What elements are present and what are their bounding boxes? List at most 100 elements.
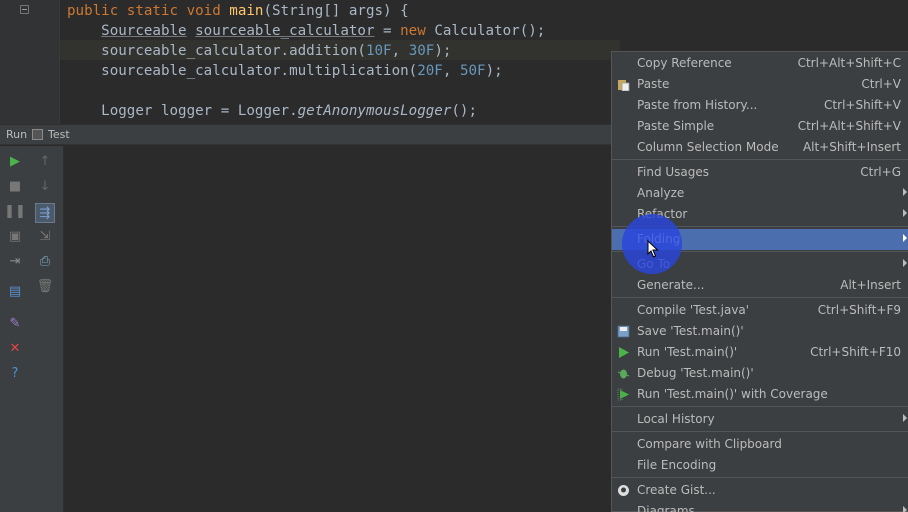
- menu-item-file-encoding[interactable]: File Encoding: [612, 455, 908, 476]
- code-token: sourceable_calculator.multiplication(: [67, 63, 418, 79]
- menu-item-shortcut: Alt+Insert: [840, 278, 901, 292]
- fold-toggle-icon[interactable]: [20, 5, 29, 14]
- menu-item-column-selection-mode[interactable]: Column Selection Mode Alt+Shift+Insert: [612, 137, 908, 158]
- code-token: 10F: [365, 43, 392, 59]
- github-icon: [617, 484, 630, 497]
- menu-separator: [612, 477, 908, 478]
- menu-item-diagrams[interactable]: Diagrams: [612, 501, 908, 512]
- code-token: getAnonymousLogger: [297, 103, 452, 119]
- menu-item-paste-simple[interactable]: Paste Simple Ctrl+Alt+Shift+V: [612, 116, 908, 137]
- menu-item-generate[interactable]: Generate... Alt+Insert: [612, 275, 908, 296]
- pause-icon[interactable]: ❚❚: [4, 203, 26, 219]
- code-line[interactable]: public static void main(String[] args) {: [67, 1, 545, 21]
- up-arrow-icon[interactable]: ↑: [37, 153, 53, 169]
- code-text[interactable]: public static void main(String[] args) {…: [67, 1, 545, 121]
- stop-icon[interactable]: ■: [7, 178, 23, 194]
- code-token: Sourceable: [101, 23, 187, 39]
- menu-item-label: Find Usages: [637, 165, 710, 179]
- menu-item-shortcut: Alt+Shift+Insert: [802, 140, 901, 154]
- menu-item-analyze[interactable]: Analyze: [612, 183, 908, 204]
- code-token: new: [400, 23, 435, 39]
- code-token: ,: [391, 43, 409, 59]
- menu-item-shortcut: Ctrl+Shift+F9: [817, 303, 901, 317]
- menu-item-label: Save 'Test.main()': [637, 324, 744, 338]
- help-icon[interactable]: ?: [7, 365, 23, 381]
- run-icon: [617, 346, 630, 359]
- menu-separator: [612, 406, 908, 407]
- rerun-icon[interactable]: ▶: [7, 153, 23, 169]
- submenu-arrow-icon: [903, 259, 907, 267]
- pin-icon[interactable]: ✎: [7, 315, 23, 331]
- code-line[interactable]: Sourceable sourceable_calculator = new C…: [67, 21, 545, 41]
- close-icon[interactable]: ✕: [7, 340, 23, 356]
- save-config-icon: [617, 325, 630, 338]
- menu-item-create-gist[interactable]: Create Gist...: [612, 480, 908, 501]
- submenu-arrow-icon: [903, 209, 907, 217]
- soft-wrap-icon[interactable]: ⇶: [35, 203, 55, 223]
- code-token: (String[] args) {: [263, 3, 409, 19]
- code-token: =: [374, 23, 401, 39]
- dump-threads-icon[interactable]: ▣: [7, 228, 23, 244]
- code-line[interactable]: [67, 81, 545, 101]
- submenu-arrow-icon: [903, 188, 907, 196]
- print-icon[interactable]: ⎙: [37, 253, 53, 269]
- menu-item-label: Analyze: [637, 186, 685, 200]
- run-config-icon: [32, 129, 43, 140]
- menu-item-debug-test-main[interactable]: Debug 'Test.main()': [612, 363, 908, 384]
- menu-item-paste-from-history[interactable]: Paste from History... Ctrl+Shift+V: [612, 95, 908, 116]
- code-token: );: [485, 63, 503, 79]
- scroll-to-end-icon[interactable]: ⇲: [37, 228, 53, 244]
- layout-icon[interactable]: ▤: [7, 283, 23, 299]
- coverage-icon: [617, 388, 630, 401]
- code-token: sourceable_calculator.addition(: [67, 43, 366, 59]
- code-line[interactable]: Logger logger = Logger.getAnonymousLogge…: [67, 101, 545, 121]
- code-token: 30F: [408, 43, 435, 59]
- menu-separator: [612, 431, 908, 432]
- menu-item-run-test-main-with-coverage[interactable]: Run 'Test.main()' with Coverage: [612, 384, 908, 405]
- menu-item-compare-with-clipboard[interactable]: Compare with Clipboard: [612, 434, 908, 455]
- paste-icon: [617, 78, 630, 92]
- code-line[interactable]: sourceable_calculator.addition(10F, 30F)…: [67, 41, 545, 61]
- code-token: ,: [442, 63, 460, 79]
- menu-item-local-history[interactable]: Local History: [612, 409, 908, 430]
- code-token: Calculator();: [434, 23, 546, 39]
- code-token: Logger logger = Logger.: [67, 103, 298, 119]
- trash-icon[interactable]: 🗑: [37, 278, 54, 294]
- menu-item-shortcut: Ctrl+Alt+Shift+C: [797, 56, 901, 70]
- mouse-cursor-icon: [647, 240, 659, 258]
- menu-item-label: Generate...: [637, 278, 705, 292]
- menu-item-copy-reference[interactable]: Copy Reference Ctrl+Alt+Shift+C: [612, 53, 908, 74]
- exit-icon[interactable]: ⇥: [7, 253, 23, 269]
- menu-item-save-test-main[interactable]: Save 'Test.main()': [612, 321, 908, 342]
- run-tab-test[interactable]: Test: [32, 128, 70, 141]
- menu-item-label: File Encoding: [637, 458, 717, 472]
- menu-item-shortcut: Ctrl+Shift+V: [824, 98, 901, 112]
- menu-item-paste[interactable]: Paste Ctrl+V: [612, 74, 908, 95]
- submenu-arrow-icon: [903, 414, 907, 422]
- menu-separator: [612, 297, 908, 298]
- menu-item-label: Compile 'Test.java': [637, 303, 750, 317]
- menu-item-shortcut: Ctrl+G: [860, 165, 901, 179]
- menu-separator: [612, 159, 908, 160]
- code-token: 20F: [417, 63, 443, 79]
- menu-item-label: Paste from History...: [637, 98, 758, 112]
- menu-item-label: Paste Simple: [637, 119, 715, 133]
- menu-item-find-usages[interactable]: Find Usages Ctrl+G: [612, 162, 908, 183]
- submenu-arrow-icon: [903, 506, 907, 512]
- editor-gutter: [0, 0, 60, 124]
- menu-item-shortcut: Ctrl+Alt+Shift+V: [797, 119, 901, 133]
- menu-item-run-test-main[interactable]: Run 'Test.main()' Ctrl+Shift+F10: [612, 342, 908, 363]
- submenu-arrow-icon: [903, 234, 907, 242]
- menu-item-compile-test-java[interactable]: Compile 'Test.java' Ctrl+Shift+F9: [612, 300, 908, 321]
- run-tab-label: Test: [48, 128, 70, 141]
- code-token: ();: [451, 103, 477, 119]
- editor-context-menu: Copy Reference Ctrl+Alt+Shift+C Paste Ctrl+…: [611, 51, 908, 512]
- run-toolbar: ▶ ■ ❚❚ ▣ ⇥ ▤ ✎ ✕? ↑ ↓ ⇶ ⇲ ⎙ 🗑: [0, 146, 64, 512]
- menu-item-label: Column Selection Mode: [637, 140, 779, 154]
- menu-item-label: Run 'Test.main()' with Coverage: [637, 387, 828, 401]
- menu-item-shortcut: Ctrl+V: [861, 77, 901, 91]
- code-line[interactable]: sourceable_calculator.multiplication(20F…: [67, 61, 545, 81]
- menu-item-label: Run 'Test.main()': [637, 345, 738, 359]
- down-arrow-icon[interactable]: ↓: [37, 178, 53, 194]
